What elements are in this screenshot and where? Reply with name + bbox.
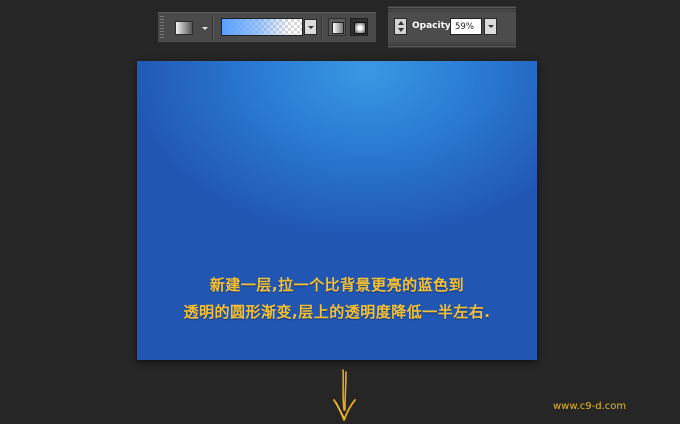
arrow-down-icon <box>398 28 404 32</box>
radial-gradient-icon <box>354 22 366 34</box>
toolbar-edge <box>388 45 516 48</box>
opacity-input[interactable]: 59% <box>450 18 482 35</box>
toolbar-divider <box>321 16 323 40</box>
watermark: www.c9-d.com <box>553 401 627 412</box>
opacity-stepper[interactable] <box>394 18 407 35</box>
caption-line-2: 透明的圆形渐变,层上的透明度降低一半左右. <box>183 303 491 321</box>
linear-gradient-button[interactable] <box>328 18 346 36</box>
gradient-picker[interactable] <box>221 18 303 36</box>
arrow-up-icon <box>398 21 404 25</box>
toolbar-edge <box>388 6 516 9</box>
document-canvas[interactable]: 新建一层,拉一个比背景更亮的蓝色到 透明的圆形渐变,层上的透明度降低一半左右. <box>137 61 537 360</box>
preset-dropdown-caret-icon[interactable] <box>202 27 208 30</box>
caption-line-1: 新建一层,拉一个比背景更亮的蓝色到 <box>209 276 465 294</box>
gradient-preset-icon[interactable] <box>175 21 193 35</box>
toolbar-grip[interactable] <box>160 16 164 39</box>
opacity-label: Opacity: <box>412 21 455 31</box>
gradient-options-toolbar <box>158 12 376 43</box>
radial-gradient-button[interactable] <box>350 18 368 36</box>
opacity-dropdown-button[interactable] <box>484 18 497 35</box>
linear-gradient-icon <box>332 22 344 34</box>
opacity-toolbar-body: Opacity: 59% <box>388 12 516 42</box>
chevron-down-icon <box>488 25 494 28</box>
down-arrow-icon <box>333 369 356 421</box>
chevron-down-icon <box>308 26 314 29</box>
toolbar-divider <box>212 16 214 40</box>
gradient-dropdown-button[interactable] <box>304 19 317 35</box>
opacity-toolbar: Opacity: 59% <box>388 6 516 48</box>
